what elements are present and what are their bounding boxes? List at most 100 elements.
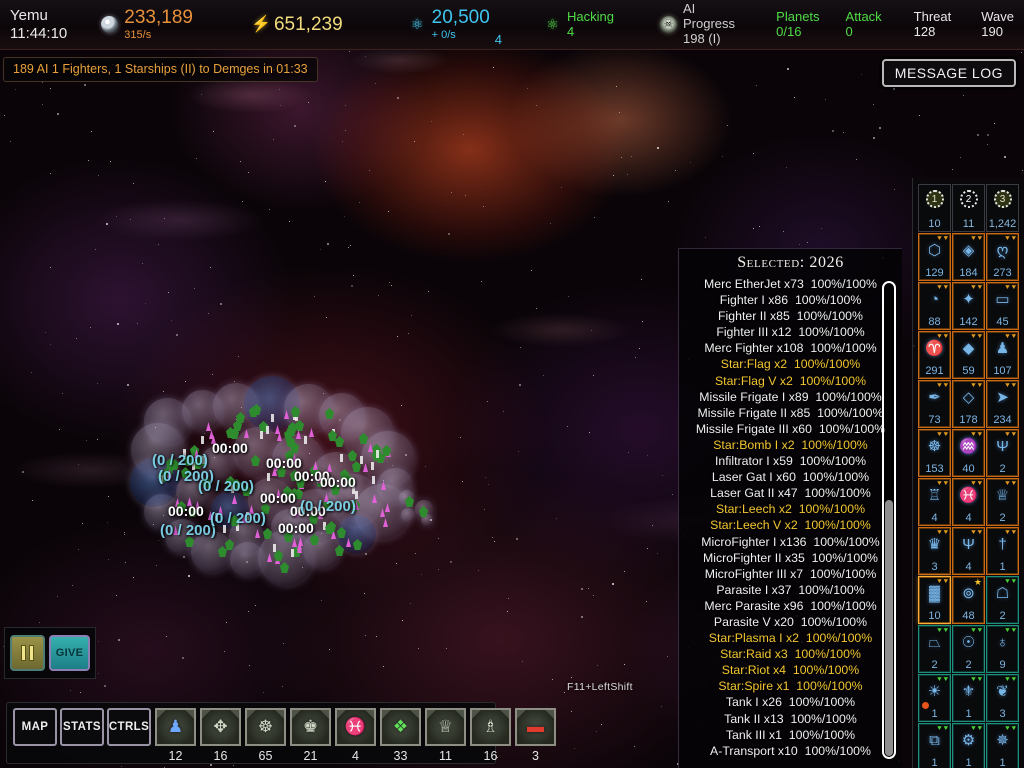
selected-unit-row[interactable]: Star:Riot x4 100%/100% <box>683 662 898 678</box>
toolbar-text-buttons[interactable]: MAP STATS CTRLS <box>13 708 154 746</box>
selected-unit-list[interactable]: Merc EtherJet x73 100%/100% Fighter I x86… <box>679 276 902 759</box>
sidebar-unit-cell[interactable]: ⯆⯆ ♖ 4 <box>918 478 951 526</box>
sidebar-unit-cell[interactable]: ⯆⯆ ◇ 178 <box>952 380 985 428</box>
sidebar-unit-cell[interactable]: ⯆⯆ ♈ 291 <box>918 331 951 379</box>
toolbar-map-button[interactable]: MAP <box>13 708 57 746</box>
selected-unit-row[interactable]: Missile Frigate II x85 100%/100% <box>683 405 898 421</box>
selected-unit-row[interactable]: Merc Fighter x108 100%/100% <box>683 340 898 356</box>
sidebar-unit-cell[interactable]: ⯆⯆ ✵ 1 <box>986 723 1019 768</box>
sidebar-unit-cell[interactable]: ★ ⊚ 48 <box>952 576 985 624</box>
selected-unit-row[interactable]: Merc Parasite x96 100%/100% <box>683 598 898 614</box>
toolbar-build-slots[interactable]: ♟ 12 ✥ 16 ☸ 65 ♚ 21 ♓ 4 ❖ 33 ♕ 11 ♗ 16 ▬ 3 <box>154 708 559 763</box>
diamond-core-icon[interactable]: ❖ <box>380 708 421 746</box>
sidebar-tab[interactable]: 3 1,242 <box>986 184 1019 232</box>
selected-unit-row[interactable]: Fighter I x86 100%/100% <box>683 292 898 308</box>
sidebar-unit-cell[interactable]: ⯆⯆ ❦ 3 <box>986 674 1019 722</box>
pause-button[interactable] <box>10 635 46 671</box>
sidebar-unit-cell[interactable]: ⯆⯆ ⏢ 2 <box>918 625 951 673</box>
sidebar-unit-cell[interactable]: ⯆⯆ Ψ 2 <box>986 429 1019 477</box>
science-resource[interactable]: ⚛ 20,500 + 0/s 4 <box>399 0 512 50</box>
selected-unit-row[interactable]: MicroFighter II x35 100%/100% <box>683 550 898 566</box>
give-button[interactable]: GIVE <box>49 635 90 671</box>
scrollbar-thumb[interactable] <box>885 500 893 756</box>
sidebar-unit-cell[interactable]: ⯆⯆ ✒ 73 <box>918 380 951 428</box>
build-slot[interactable]: ✥ 16 <box>199 708 242 763</box>
build-slot[interactable]: ♚ 21 <box>289 708 332 763</box>
sidebar-unit-cell[interactable]: ⯆⯆ ⚜ 1 <box>952 674 985 722</box>
selected-unit-row[interactable]: Fighter II x85 100%/100% <box>683 308 898 324</box>
build-slot[interactable]: ♕ 11 <box>424 708 467 763</box>
selected-unit-row[interactable]: Merc EtherJet x73 100%/100% <box>683 276 898 292</box>
sidebar-unit-cell[interactable]: ⯆⯆ ♕ 2 <box>986 478 1019 526</box>
threat-stat[interactable]: Threat 128 <box>904 0 962 50</box>
ai-progress-stat[interactable]: ☠ AI Progress 198 (I) <box>650 0 752 50</box>
build-slot[interactable]: ♓ 4 <box>334 708 377 763</box>
sidebar-unit-cell[interactable]: ⯆⯆ Ψ 4 <box>952 527 985 575</box>
sidebar-unit-cell[interactable]: ⯆⯆ ➤ 234 <box>986 380 1019 428</box>
sidebar-unit-grid[interactable]: ⯆⯆ ⬡ 129 ⯆⯆ ◈ 184 ⯆⯆ ღ 273 ⯆⯆ ◔ 88 ⯆⯆ ✦ 142 ⯆⯆ ▭ 45 ⯆⯆ ♈ 291… <box>918 233 1019 768</box>
sidebar-unit-cell[interactable]: ⯆⯆ ⬡ 129 <box>918 233 951 281</box>
sidebar-unit-cell[interactable]: ⯆⯆ ◆ 59 <box>952 331 985 379</box>
sidebar-unit-cell[interactable]: ⯆⯆ ◈ 184 <box>952 233 985 281</box>
toolbar-stats-button[interactable]: STATS <box>60 708 104 746</box>
sidebar-unit-cell[interactable]: ⯆⯆ ♒ 40 <box>952 429 985 477</box>
selected-unit-row[interactable]: Tank III x1 100%/100% <box>683 727 898 743</box>
obelisk-ship-icon[interactable]: ♚ <box>290 708 331 746</box>
sidebar-unit-cell[interactable]: ⯆⯆ ⚙ 1 <box>952 723 985 768</box>
sidebar-unit-cell[interactable]: ⯆⯆ ♓ 4 <box>952 478 985 526</box>
sidebar-unit-cell[interactable]: ⯆⯆ ☉ 2 <box>952 625 985 673</box>
sidebar-unit-cell[interactable]: ⯆⯆ ◔ 88 <box>918 282 951 330</box>
selected-unit-row[interactable]: Star:Plasma I x2 100%/100% <box>683 630 898 646</box>
selected-unit-row[interactable]: Star:Flag V x2 100%/100% <box>683 373 898 389</box>
selected-unit-row[interactable]: Missile Frigate III x60 100%/100% <box>683 421 898 437</box>
build-slot[interactable]: ❖ 33 <box>379 708 422 763</box>
metal-resource[interactable]: 233,189 315/s <box>91 0 203 50</box>
secondary-fleet-group[interactable] <box>395 488 445 530</box>
sidebar-unit-cell[interactable]: ⯆⯆ ♟ 107 <box>986 331 1019 379</box>
sphere-ship-icon[interactable]: ☸ <box>245 708 286 746</box>
sidebar-unit-cell[interactable]: ⯆⯆ ▭ 45 <box>986 282 1019 330</box>
incoming-wave-alert[interactable]: 189 AI 1 Fighters, 1 Starships (II) to D… <box>3 57 318 82</box>
selected-unit-row[interactable]: Star:Leech x2 100%/100% <box>683 501 898 517</box>
sidebar-unit-cell[interactable]: ⯆⯆ ✦ 142 <box>952 282 985 330</box>
wave-stat[interactable]: Wave 190 <box>971 0 1024 50</box>
selected-unit-row[interactable]: Laser Gat II x47 100%/100% <box>683 485 898 501</box>
selected-unit-row[interactable]: Star:Leech V x2 100%/100% <box>683 517 898 533</box>
sidebar-unit-cell[interactable]: ⯆⯆ ☖ 2 <box>986 576 1019 624</box>
sidebar-unit-cell[interactable]: ⯆⯆ ☀ 1 <box>918 674 951 722</box>
sidebar-unit-cell[interactable]: ⯆⯆ ♁ 9 <box>986 625 1019 673</box>
selected-unit-row[interactable]: Laser Gat I x60 100%/100% <box>683 469 898 485</box>
cluster-ship-icon[interactable]: ✥ <box>200 708 241 746</box>
sidebar-unit-cell[interactable]: ⯆⯆ ☸ 153 <box>918 429 951 477</box>
sidebar-tab-row[interactable]: 1 10 2 11 3 1,242 <box>918 184 1019 232</box>
attack-stat[interactable]: Attack 0 <box>836 0 892 50</box>
build-slot[interactable]: ☸ 65 <box>244 708 287 763</box>
sidebar-unit-cell[interactable]: ⯆⯆ ♛ 3 <box>918 527 951 575</box>
sidebar-tab[interactable]: 1 10 <box>918 184 951 232</box>
selected-unit-row[interactable]: Star:Raid x3 100%/100% <box>683 646 898 662</box>
selected-unit-row[interactable]: Star:Flag x2 100%/100% <box>683 356 898 372</box>
selected-unit-row[interactable]: Infiltrator I x59 100%/100% <box>683 453 898 469</box>
selected-unit-row[interactable]: Star:Spire x1 100%/100% <box>683 678 898 694</box>
build-slot[interactable]: ♟ 12 <box>154 708 197 763</box>
selected-unit-row[interactable]: Tank I x26 100%/100% <box>683 694 898 710</box>
build-sidebar[interactable]: 1 10 2 11 3 1,242 ⯆⯆ ⬡ 129 ⯆⯆ ◈ 184 ⯆⯆ ღ 273 ⯆⯆ ◔ 88 ⯆⯆ ✦ 1… <box>912 178 1024 768</box>
planets-stat[interactable]: Planets 0/16 <box>766 0 829 50</box>
build-slot[interactable]: ♗ 16 <box>469 708 512 763</box>
selected-unit-row[interactable]: MicroFighter III x7 100%/100% <box>683 566 898 582</box>
hacking-stat[interactable]: ⚛ Hacking 4 <box>534 0 624 50</box>
message-log-button[interactable]: MESSAGE LOG <box>881 59 1016 87</box>
selected-unit-row[interactable]: Parasite V x20 100%/100% <box>683 614 898 630</box>
sidebar-unit-cell[interactable]: ⯆⯆ ღ 273 <box>986 233 1019 281</box>
selected-unit-row[interactable]: A-Transport x10 100%/100% <box>683 743 898 759</box>
selected-unit-row[interactable]: MicroFighter I x136 100%/100% <box>683 534 898 550</box>
sidebar-unit-cell[interactable]: ⯆⯆ ▓ 10 <box>918 576 951 624</box>
selected-unit-row[interactable]: Star:Bomb I x2 100%/100% <box>683 437 898 453</box>
tripod-ship-icon[interactable]: ♓ <box>335 708 376 746</box>
sidebar-unit-cell[interactable]: ⯆⯆ ⧉ 1 <box>918 723 951 768</box>
energy-resource[interactable]: ⚡ 651,239 <box>241 0 353 50</box>
selected-unit-row[interactable]: Missile Frigate I x89 100%/100% <box>683 389 898 405</box>
turret-ship-icon[interactable]: ♗ <box>470 708 511 746</box>
build-slot[interactable]: ▬ 3 <box>514 708 557 763</box>
toolbar-ctrls-button[interactable]: CTRLS <box>107 708 151 746</box>
